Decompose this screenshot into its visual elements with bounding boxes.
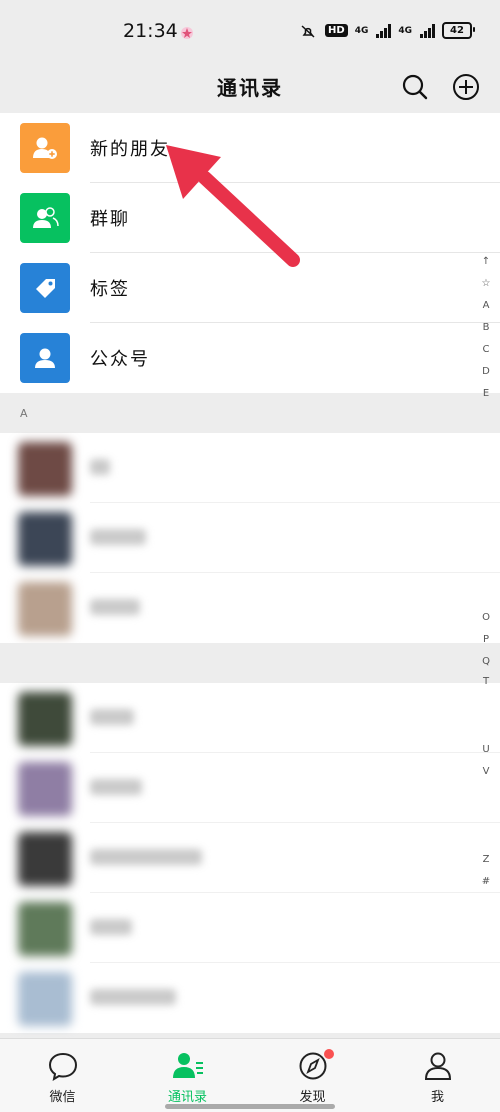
- tags-item[interactable]: 标签: [0, 253, 500, 323]
- network-type-2: 4G: [398, 25, 412, 36]
- index-letter[interactable]: E: [480, 388, 492, 399]
- avatar: [18, 582, 72, 636]
- index-up-arrow[interactable]: ↑: [480, 256, 492, 267]
- avatar: [18, 442, 72, 496]
- contact-name: [90, 459, 110, 475]
- official-account-icon: [20, 333, 70, 383]
- contact-row[interactable]: [0, 573, 500, 643]
- contact-row[interactable]: [0, 893, 500, 963]
- contact-name: [90, 779, 142, 795]
- tab-chats[interactable]: 微信: [0, 1039, 125, 1112]
- contact-name: [90, 709, 134, 725]
- group-chats-item[interactable]: 群聊: [0, 183, 500, 253]
- avatar: [18, 832, 72, 886]
- new-friends-label: 新的朋友: [90, 139, 170, 160]
- contact-row[interactable]: [0, 963, 500, 1033]
- contact-row[interactable]: [0, 433, 500, 503]
- notification-dot: [324, 1049, 334, 1059]
- tab-label: 通讯录: [167, 1090, 207, 1105]
- contact-list-a: [0, 433, 500, 643]
- tag-icon: [20, 263, 70, 313]
- avatar: [18, 902, 72, 956]
- status-bar: 21:34 HD 4G 4G 42: [0, 0, 500, 62]
- app-notification-icon: [181, 27, 193, 39]
- index-letter[interactable]: P: [480, 634, 492, 645]
- top-nav-bar: 通讯录: [0, 62, 500, 112]
- function-list: 新的朋友 群聊 标签 公众号: [0, 113, 500, 393]
- search-icon[interactable]: [400, 72, 430, 102]
- index-star[interactable]: ☆: [480, 278, 492, 289]
- battery-icon: 42: [442, 22, 475, 39]
- contacts-icon: [173, 1053, 203, 1078]
- tab-discover[interactable]: 发现: [250, 1039, 375, 1112]
- section-letter: A: [20, 407, 28, 420]
- plus-circle-icon[interactable]: [451, 72, 481, 102]
- contact-row[interactable]: [0, 753, 500, 823]
- contact-row[interactable]: [0, 503, 500, 573]
- index-letter[interactable]: U: [480, 744, 492, 755]
- new-friends-item[interactable]: 新的朋友: [0, 113, 500, 183]
- tags-label: 标签: [90, 279, 130, 300]
- contact-name: [90, 919, 132, 935]
- avatar: [18, 972, 72, 1026]
- hd-badge: HD: [325, 24, 348, 37]
- contact-row[interactable]: [0, 823, 500, 893]
- contact-name: [90, 849, 202, 865]
- status-time: 21:34: [123, 20, 178, 42]
- battery-level: 42: [450, 25, 464, 36]
- add-friend-icon: [20, 123, 70, 173]
- section-header: [0, 643, 500, 683]
- me-icon: [424, 1052, 452, 1080]
- tab-contacts[interactable]: 通讯录: [125, 1039, 250, 1112]
- contact-list: [0, 683, 500, 1033]
- avatar: [18, 762, 72, 816]
- tab-label: 微信: [49, 1090, 76, 1105]
- index-letter[interactable]: A: [480, 300, 492, 311]
- status-indicators: HD 4G 4G 42: [298, 22, 475, 39]
- network-type-1: 4G: [354, 25, 369, 36]
- index-letter[interactable]: Z: [480, 854, 492, 865]
- index-letter[interactable]: D: [480, 366, 492, 377]
- mute-bell-icon: [301, 24, 315, 38]
- official-accounts-item[interactable]: 公众号: [0, 323, 500, 393]
- signal-icon-2: [420, 23, 435, 38]
- tab-label: 发现: [299, 1090, 326, 1105]
- avatar: [18, 692, 72, 746]
- chat-icon: [48, 1052, 78, 1081]
- group-chats-label: 群聊: [90, 209, 130, 230]
- tab-me[interactable]: 我: [375, 1039, 500, 1112]
- index-letter[interactable]: T: [480, 676, 492, 687]
- index-letter[interactable]: O: [480, 612, 492, 623]
- home-indicator[interactable]: [165, 1104, 335, 1109]
- index-letter[interactable]: V: [480, 766, 492, 777]
- signal-icon-1: [376, 23, 392, 38]
- bottom-tab-bar: 微信 通讯录 发现 我: [0, 1038, 500, 1112]
- index-letter[interactable]: Q: [480, 656, 492, 667]
- index-hash[interactable]: #: [480, 876, 492, 887]
- index-letter[interactable]: B: [480, 322, 492, 333]
- official-accounts-label: 公众号: [90, 349, 150, 370]
- group-icon: [20, 193, 70, 243]
- contact-name: [90, 599, 140, 615]
- contact-row[interactable]: [0, 683, 500, 753]
- contact-name: [90, 989, 176, 1005]
- section-header-a: A: [0, 393, 500, 433]
- contact-name: [90, 529, 146, 545]
- avatar: [18, 512, 72, 566]
- index-letter[interactable]: C: [480, 344, 492, 355]
- tab-label: 我: [430, 1090, 444, 1105]
